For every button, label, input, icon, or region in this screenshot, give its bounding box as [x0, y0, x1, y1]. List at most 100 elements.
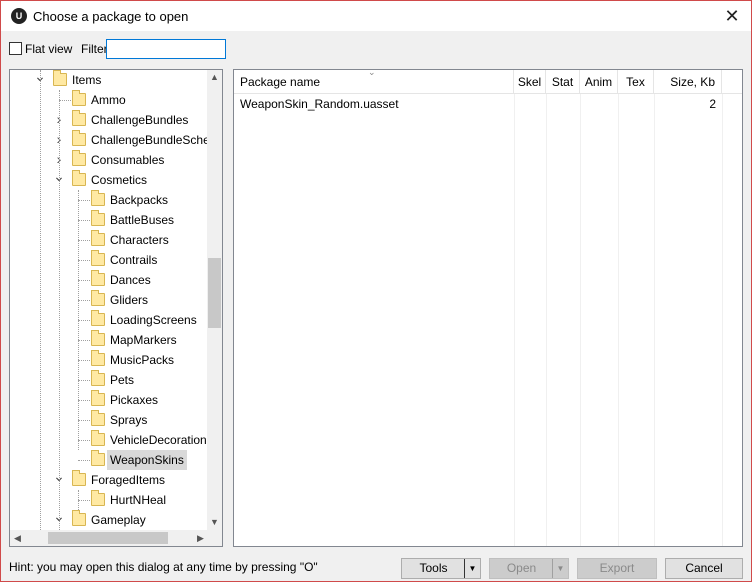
- tree-item-label: Cosmetics: [91, 173, 148, 187]
- folder-icon: [91, 190, 105, 206]
- tree-connector: [78, 440, 90, 441]
- flat-view-checkbox[interactable]: [9, 42, 22, 55]
- folder-icon: [91, 490, 105, 506]
- folder-icon: [91, 390, 105, 406]
- folder-icon: [91, 370, 105, 386]
- open-dropdown-icon[interactable]: ▼: [552, 559, 568, 578]
- scroll-down-icon[interactable]: ▼: [207, 515, 222, 530]
- tree-item-label: ChallengeBundles: [91, 113, 189, 127]
- tree-connector: [78, 240, 90, 241]
- scroll-left-icon[interactable]: ◀: [10, 530, 25, 546]
- folder-tree-content: ⌄ Items Ammo › ChallengeBundles › ChallengeBun…: [10, 70, 208, 530]
- tree-item-label: ForagedItems: [91, 473, 166, 487]
- folder-icon: [72, 90, 86, 106]
- tree-connector: [78, 420, 90, 421]
- folder-icon: [72, 110, 86, 126]
- close-icon[interactable]: ✕: [719, 3, 745, 29]
- folder-tree[interactable]: ⌄ Items Ammo › ChallengeBundles › ChallengeBun…: [9, 69, 223, 547]
- tree-connector: [78, 200, 90, 201]
- column-header-skel[interactable]: Skel: [514, 70, 546, 94]
- scroll-thumb[interactable]: [208, 258, 221, 328]
- scroll-thumb-horizontal[interactable]: [48, 532, 168, 544]
- tools-button[interactable]: Tools ▼: [401, 558, 481, 579]
- sort-chevron-icon: ⌄: [368, 69, 376, 77]
- tree-connector: [40, 70, 41, 530]
- folder-icon: [72, 510, 86, 526]
- open-button[interactable]: Open ▼: [489, 558, 569, 579]
- tree-item-label: MapMarkers: [110, 333, 177, 347]
- tree-connector: [78, 220, 90, 221]
- column-divider: [546, 94, 547, 546]
- package-list[interactable]: Package name ⌄ Skel Stat Anim Tex Size, …: [233, 69, 743, 547]
- export-button[interactable]: Export: [577, 558, 657, 579]
- tree-connector: [78, 320, 90, 321]
- column-divider: [654, 94, 655, 546]
- tree-item-label: Characters: [110, 233, 169, 247]
- folder-icon: [91, 410, 105, 426]
- column-divider: [580, 94, 581, 546]
- tree-item-label: Sprays: [110, 413, 148, 427]
- cell-size: 2: [709, 97, 716, 111]
- tree-item-label: Dances: [110, 273, 151, 287]
- title-bar: U Choose a package to open ✕: [1, 1, 751, 31]
- tree-connector: [78, 300, 90, 301]
- folder-icon: [91, 350, 105, 366]
- tree-item-label: Ammo: [91, 93, 126, 107]
- tree-connector: [78, 280, 90, 281]
- tree-item-label: Backpacks: [110, 193, 169, 207]
- column-header-anim[interactable]: Anim: [580, 70, 618, 94]
- tree-item-label: WeaponSkins: [107, 450, 187, 470]
- unreal-logo-icon: U: [11, 8, 27, 24]
- folder-icon: [91, 230, 105, 246]
- tree-item-label: VehicleDecorations: [110, 433, 208, 447]
- table-row[interactable]: WeaponSkin_Random.uasset 2: [234, 94, 742, 114]
- hint-text: Hint: you may open this dialog at any ti…: [9, 560, 318, 574]
- tree-connector: [78, 400, 90, 401]
- tools-dropdown-icon[interactable]: ▼: [464, 559, 480, 578]
- tree-item-label: LoadingScreens: [110, 313, 197, 327]
- flat-view-label[interactable]: Flat view: [25, 42, 72, 56]
- folder-icon: [91, 270, 105, 286]
- folder-icon: [91, 290, 105, 306]
- tree-connector: [78, 340, 90, 341]
- scroll-right-icon[interactable]: ▶: [193, 530, 208, 546]
- tree-connector: [78, 190, 79, 450]
- tree-item-label: Gliders: [110, 293, 149, 307]
- folder-icon: [72, 150, 86, 166]
- tree-connector: [78, 460, 90, 461]
- tree-item-label: Pickaxes: [110, 393, 159, 407]
- open-button-label: Open: [506, 561, 537, 575]
- folder-icon: [91, 450, 105, 466]
- folder-icon: [91, 250, 105, 266]
- column-divider: [722, 94, 723, 546]
- tree-item-label: Gameplay: [91, 513, 146, 527]
- tree-item-label: Consumables: [91, 153, 165, 167]
- tree-item-label: BattleBuses: [110, 213, 175, 227]
- cell-package-name: WeaponSkin_Random.uasset: [240, 97, 399, 111]
- folder-icon: [72, 470, 86, 486]
- tree-connector: [78, 490, 79, 510]
- tree-item-label: Pets: [110, 373, 135, 387]
- column-header-stat[interactable]: Stat: [546, 70, 580, 94]
- tree-connector: [59, 100, 71, 101]
- folder-icon: [72, 130, 86, 146]
- tree-connector: [78, 380, 90, 381]
- column-header-size[interactable]: Size, Kb: [654, 70, 722, 94]
- cancel-button[interactable]: Cancel: [665, 558, 743, 579]
- tree-horizontal-scrollbar[interactable]: ◀ ▶: [10, 530, 208, 546]
- tree-connector: [78, 260, 90, 261]
- tree-item-label: MusicPacks: [110, 353, 175, 367]
- column-divider: [514, 94, 515, 546]
- tools-button-label: Tools: [419, 561, 448, 575]
- folder-icon: [91, 330, 105, 346]
- scroll-corner: [207, 530, 222, 546]
- tree-item-label: ChallengeBundleSchedules: [91, 133, 208, 147]
- column-divider: [618, 94, 619, 546]
- column-header-tex[interactable]: Tex: [618, 70, 654, 94]
- list-header: Package name ⌄ Skel Stat Anim Tex Size, …: [234, 70, 742, 94]
- scroll-up-icon[interactable]: ▲: [207, 70, 222, 85]
- folder-icon: [91, 310, 105, 326]
- tree-item-label: Contrails: [110, 253, 158, 267]
- tree-vertical-scrollbar[interactable]: ▲ ▼: [207, 70, 222, 530]
- filter-input[interactable]: [106, 39, 226, 59]
